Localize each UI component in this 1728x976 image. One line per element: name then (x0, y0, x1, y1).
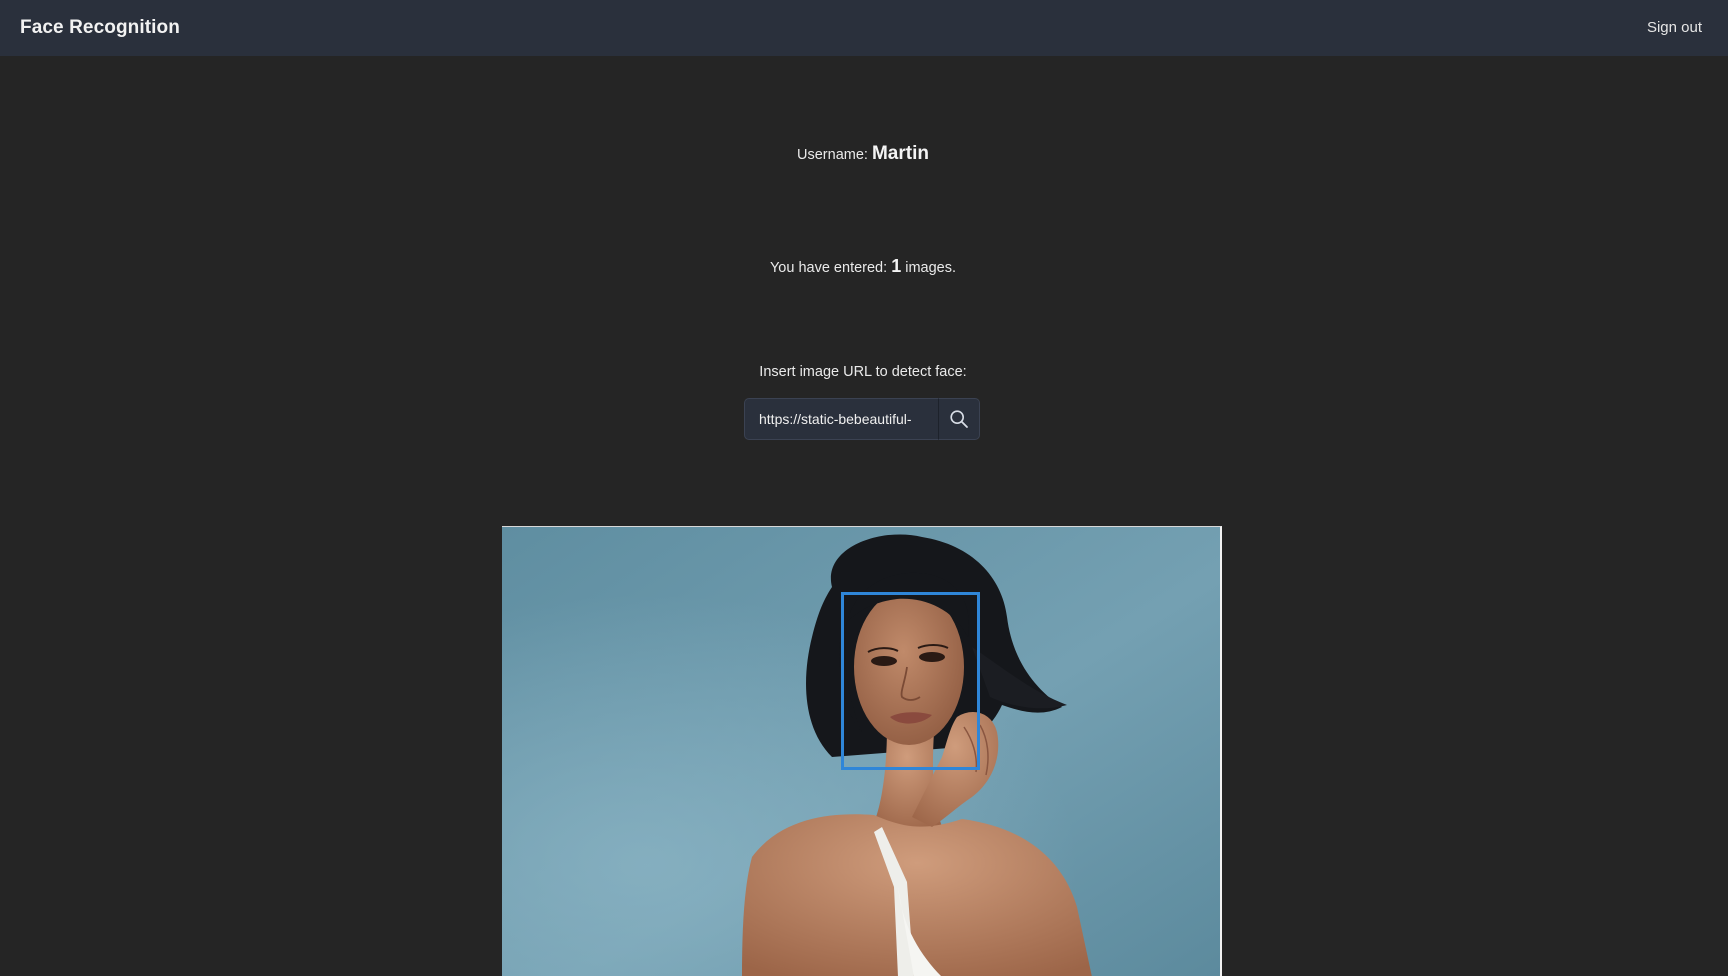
username-value: Martin (871, 143, 929, 164)
image-url-input[interactable] (744, 398, 938, 440)
image-count-line: You have entered: 1 images. (0, 256, 1726, 277)
detect-button[interactable] (938, 398, 980, 440)
image-url-form (744, 398, 980, 440)
username-line: Username: Martin (0, 143, 1726, 165)
app-brand: Face Recognition (20, 17, 180, 38)
sign-out-link[interactable]: Sign out (1647, 19, 1702, 36)
search-icon (950, 410, 968, 428)
image-count-suffix: images. (905, 260, 957, 276)
detected-face-box (841, 592, 980, 770)
detect-prompt: Insert image URL to detect face: (759, 364, 967, 380)
top-navbar: Face Recognition Sign out (0, 0, 1728, 56)
username-label: Username: (797, 147, 868, 163)
result-image (502, 526, 1222, 976)
image-count-prefix: You have entered: (769, 260, 888, 276)
image-count-value: 1 (891, 256, 902, 276)
